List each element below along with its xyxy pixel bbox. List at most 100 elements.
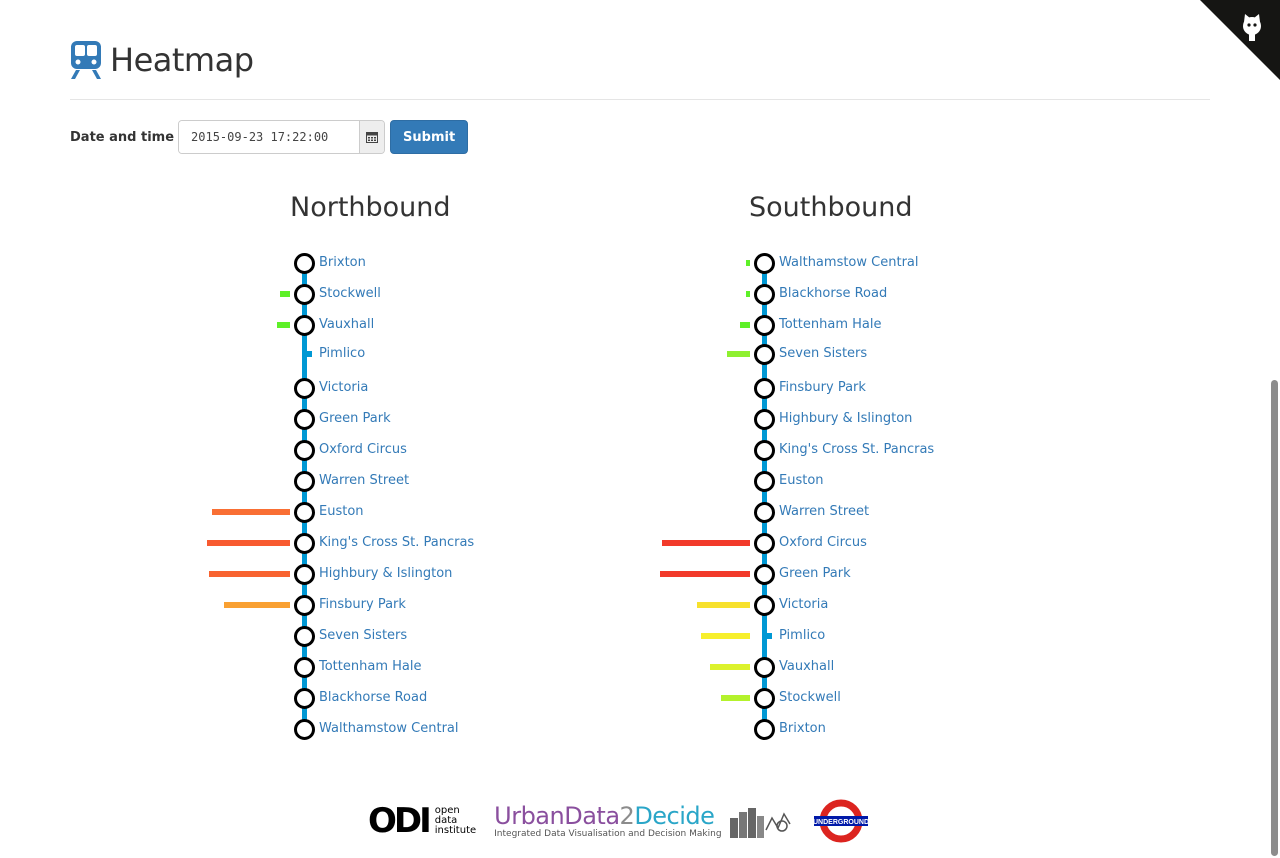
station-link-walthamstow-central[interactable]: Walthamstow Central [319, 721, 459, 736]
station-stop-seven-sisters [754, 344, 775, 365]
svg-text:UNDERGROUND: UNDERGROUND [813, 819, 869, 826]
station-stop-green-park [294, 409, 315, 430]
southbound-title: Southbound [749, 192, 913, 223]
urbandata2decide-subtitle: Integrated Data Visualisation and Decisi… [494, 829, 722, 839]
station-link-king-s-cross-st-pancras[interactable]: King's Cross St. Pancras [319, 535, 474, 550]
odi-logo: ODI open data institute [368, 804, 476, 838]
station-link-tottenham-hale[interactable]: Tottenham Hale [779, 317, 881, 332]
station-link-finsbury-park[interactable]: Finsbury Park [319, 597, 406, 612]
datetime-input-group [178, 120, 386, 154]
station-link-oxford-circus[interactable]: Oxford Circus [779, 535, 867, 550]
station-stop-brixton [754, 719, 775, 740]
scrollbar-thumb[interactable] [1271, 380, 1278, 856]
station-stop-seven-sisters [294, 626, 315, 647]
crowding-bar-tottenham-hale [740, 322, 750, 328]
station-stop-stockwell [294, 284, 315, 305]
crowding-bar-stockwell [721, 695, 750, 701]
station-stop-victoria [754, 595, 775, 616]
station-stop-brixton [294, 253, 315, 274]
crowding-bar-vauxhall [710, 664, 750, 670]
station-link-blackhorse-road[interactable]: Blackhorse Road [779, 286, 887, 301]
odi-mark: ODI [368, 801, 432, 841]
calendar-icon [366, 132, 379, 143]
station-stop-euston [294, 502, 315, 523]
page-title: Heatmap [110, 41, 254, 79]
station-link-stockwell[interactable]: Stockwell [779, 690, 841, 705]
station-stop-finsbury-park [754, 378, 775, 399]
station-link-victoria[interactable]: Victoria [319, 380, 368, 395]
station-link-highbury-islington[interactable]: Highbury & Islington [319, 566, 452, 581]
station-link-green-park[interactable]: Green Park [319, 411, 391, 426]
station-link-finsbury-park[interactable]: Finsbury Park [779, 380, 866, 395]
station-link-stockwell[interactable]: Stockwell [319, 286, 381, 301]
station-link-seven-sisters[interactable]: Seven Sisters [779, 346, 867, 361]
station-link-victoria[interactable]: Victoria [779, 597, 828, 612]
southbound-line: Walthamstow Central Blackhorse Road Totten… [460, 240, 934, 750]
crowding-bar-blackhorse-road [746, 291, 750, 297]
crowding-bar-green-park [660, 571, 750, 577]
calendar-button[interactable] [359, 121, 385, 153]
crowding-bar-euston [212, 509, 290, 515]
station-link-euston[interactable]: Euston [319, 504, 364, 519]
station-stop-tottenham-hale [754, 315, 775, 336]
submit-button[interactable]: Submit [390, 120, 469, 154]
station-link-vauxhall[interactable]: Vauxhall [779, 659, 834, 674]
crowding-bar-oxford-circus [662, 540, 750, 546]
train-icon [71, 41, 101, 79]
station-stop-blackhorse-road [754, 284, 775, 305]
station-link-seven-sisters[interactable]: Seven Sisters [319, 628, 407, 643]
station-stop-oxford-circus [754, 533, 775, 554]
station-stop-warren-street [294, 471, 315, 492]
crowding-bar-victoria [697, 602, 750, 608]
station-link-walthamstow-central[interactable]: Walthamstow Central [779, 255, 919, 270]
crowding-bar-finsbury-park [224, 602, 290, 608]
station-stop-blackhorse-road [294, 688, 315, 709]
crowding-bar-pimlico [701, 633, 750, 639]
station-link-warren-street[interactable]: Warren Street [779, 504, 869, 519]
datetime-form: Date and time Submit [70, 120, 469, 154]
station-tick-pimlico [306, 351, 312, 357]
station-stop-highbury-islington [754, 409, 775, 430]
station-link-highbury-islington[interactable]: Highbury & Islington [779, 411, 912, 426]
station-link-pimlico[interactable]: Pimlico [319, 346, 365, 361]
station-stop-green-park [754, 564, 775, 585]
header-divider [70, 99, 1210, 100]
station-link-warren-street[interactable]: Warren Street [319, 473, 409, 488]
station-stop-vauxhall [294, 315, 315, 336]
station-stop-oxford-circus [294, 440, 315, 461]
station-link-brixton[interactable]: Brixton [319, 255, 366, 270]
station-link-green-park[interactable]: Green Park [779, 566, 851, 581]
station-stop-tottenham-hale [294, 657, 315, 678]
urbandata2decide-logo: UrbanData2Decide Integrated Data Visuali… [494, 802, 722, 839]
station-link-brixton[interactable]: Brixton [779, 721, 826, 736]
station-link-euston[interactable]: Euston [779, 473, 824, 488]
crowding-bar-walthamstow-central [746, 260, 750, 266]
station-stop-vauxhall [754, 657, 775, 678]
station-link-vauxhall[interactable]: Vauxhall [319, 317, 374, 332]
city-chart-icon [729, 808, 791, 838]
station-stop-euston [754, 471, 775, 492]
crowding-bar-vauxhall [277, 322, 290, 328]
station-stop-finsbury-park [294, 595, 315, 616]
station-tick-pimlico [766, 633, 772, 639]
station-link-pimlico[interactable]: Pimlico [779, 628, 825, 643]
datetime-input[interactable] [179, 121, 360, 153]
station-link-blackhorse-road[interactable]: Blackhorse Road [319, 690, 427, 705]
station-link-tottenham-hale[interactable]: Tottenham Hale [319, 659, 421, 674]
page-header: Heatmap [70, 38, 254, 82]
station-link-king-s-cross-st-pancras[interactable]: King's Cross St. Pancras [779, 442, 934, 457]
station-stop-warren-street [754, 502, 775, 523]
station-stop-highbury-islington [294, 564, 315, 585]
crowding-bar-king-s-cross-st-pancras [207, 540, 290, 546]
station-link-oxford-circus[interactable]: Oxford Circus [319, 442, 407, 457]
northbound-line: Brixton Stockwell Vauxhall Pimlico Victoria G… [0, 240, 474, 750]
datetime-label: Date and time [70, 129, 175, 145]
crowding-bar-seven-sisters [727, 351, 750, 357]
station-stop-walthamstow-central [294, 719, 315, 740]
github-corner-icon[interactable] [1200, 0, 1280, 80]
northbound-title: Northbound [290, 192, 451, 223]
crowding-bar-stockwell [280, 291, 290, 297]
crowding-bar-highbury-islington [209, 571, 290, 577]
station-stop-stockwell [754, 688, 775, 709]
station-stop-king-s-cross-st-pancras [754, 440, 775, 461]
